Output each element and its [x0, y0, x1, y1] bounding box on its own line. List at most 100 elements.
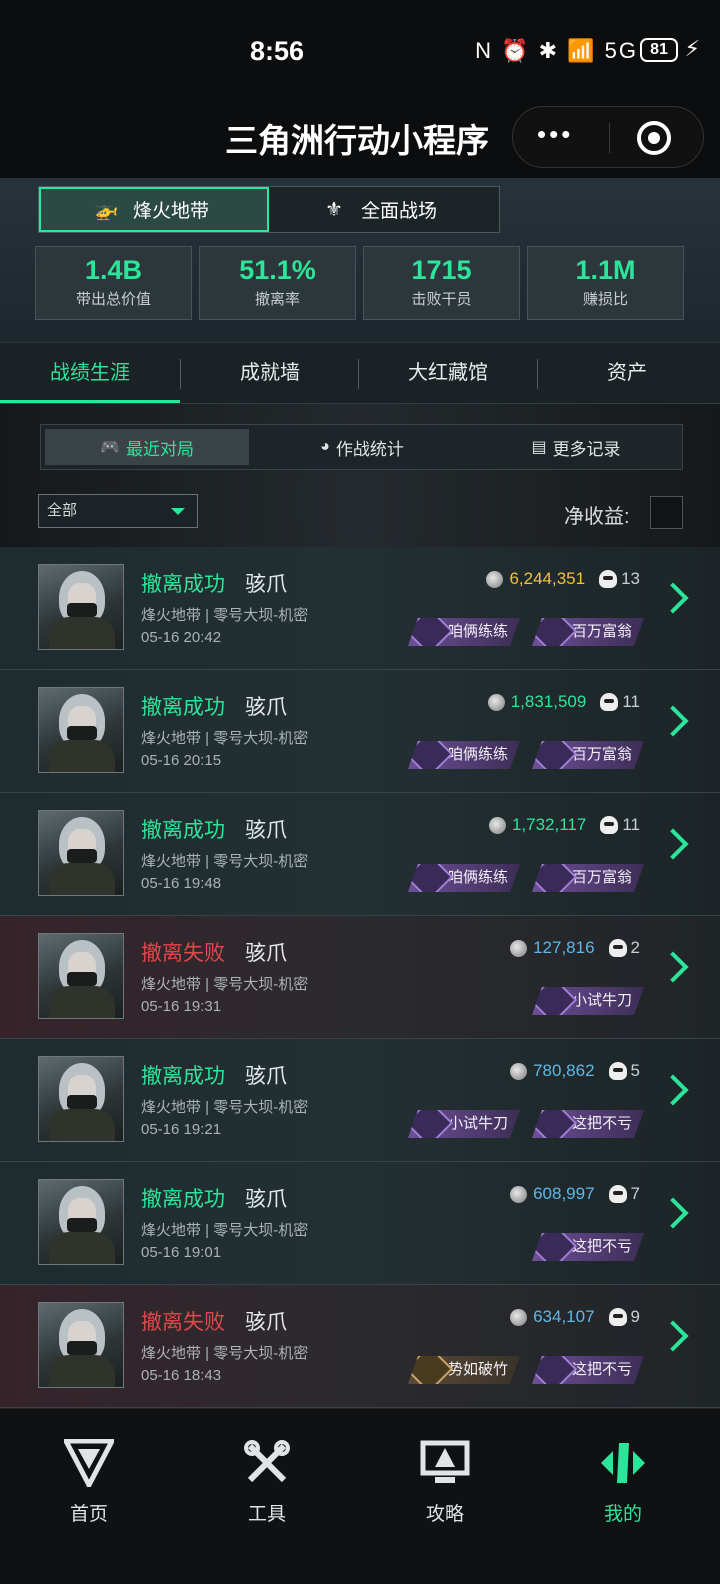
- chevron-right-icon[interactable]: [657, 828, 689, 860]
- skull-icon: [600, 816, 619, 834]
- stat-value: 1715: [411, 255, 472, 285]
- main-tabs: 战绩生涯 成就墙 大红藏馆 资产: [0, 342, 720, 404]
- match-row[interactable]: 撤离成功 骇爪 烽火地带 | 零号大坝-机密 05-16 20:15 1,831,509…: [0, 670, 720, 793]
- match-value-group: 608,997 7: [510, 1184, 640, 1204]
- nav-home[interactable]: 首页: [29, 1437, 149, 1526]
- match-map: 烽火地带 | 零号大坝-机密: [141, 853, 309, 870]
- close-target-icon[interactable]: [637, 121, 671, 155]
- badge-label: 百万富翁: [571, 746, 632, 763]
- coin-icon: [510, 1185, 528, 1203]
- battery-icon: 81: [640, 38, 678, 62]
- chevron-right-icon[interactable]: [657, 705, 689, 737]
- achievement-badge: 百万富翁: [532, 741, 644, 769]
- filter-value: 全部: [47, 502, 78, 519]
- match-row[interactable]: 撤离成功 骇爪 烽火地带 | 零号大坝-机密 05-16 19:48 1,732,117…: [0, 793, 720, 916]
- chevron-right-icon[interactable]: [657, 1074, 689, 1106]
- nav-profile[interactable]: 我的: [563, 1437, 683, 1526]
- tab-achievements[interactable]: 成就墙: [180, 343, 360, 403]
- match-map: 烽火地带 | 零号大坝-机密: [141, 1222, 309, 1239]
- badge-emblem-icon: [412, 614, 446, 648]
- achievement-badge: 这把不亏: [532, 1356, 644, 1384]
- filter-dropdown[interactable]: 全部: [38, 494, 198, 528]
- badge-emblem-icon: [536, 1106, 570, 1140]
- operator-name: 骇爪: [245, 1311, 287, 1334]
- coin-icon: [488, 816, 506, 834]
- match-time: 05-16 19:01: [141, 1244, 222, 1261]
- coin-icon: [510, 1062, 528, 1080]
- chevron-right-icon[interactable]: [657, 1197, 689, 1229]
- match-kills: 5: [630, 1061, 640, 1080]
- nav-label: 攻略: [425, 1504, 464, 1525]
- match-time: 05-16 20:15: [141, 752, 222, 769]
- chevron-right-icon[interactable]: [657, 951, 689, 983]
- badge-label: 这把不亏: [571, 1115, 632, 1132]
- charging-icon: ⚡: [684, 36, 700, 61]
- match-value: 608,997: [533, 1184, 595, 1203]
- skull-icon: [608, 1062, 627, 1080]
- badge-list: 咱俩练练 百万富翁: [396, 864, 644, 892]
- mode-tab-hazard[interactable]: 🚁 烽火地带: [39, 187, 269, 232]
- match-time: 05-16 18:43: [141, 1367, 222, 1384]
- badge-list: 咱俩练练 百万富翁: [396, 618, 644, 646]
- badge-list: 小试牛刀 这把不亏: [396, 1110, 644, 1138]
- net-income-checkbox[interactable]: [650, 496, 683, 529]
- match-row[interactable]: 撤离成功 骇爪 烽火地带 | 零号大坝-机密 05-16 20:42 6,244,351…: [0, 547, 720, 670]
- guide-icon: [419, 1437, 471, 1489]
- badge-label: 咱俩练练: [447, 623, 508, 640]
- tab-collection[interactable]: 大红藏馆: [358, 343, 538, 403]
- app-screen: 8:56 N ⏰ ✱ 📶 5G 81 ⚡ 三角洲行动小程序 ••• 🚁 烽火地带…: [0, 0, 720, 1584]
- match-kills: 11: [622, 815, 640, 834]
- tab-career[interactable]: 战绩生涯: [0, 343, 180, 403]
- achievement-badge: 咱俩练练: [408, 864, 520, 892]
- match-time: 05-16 19:21: [141, 1121, 222, 1138]
- match-result: 撤离失败: [141, 942, 225, 965]
- skull-icon: [608, 1308, 627, 1326]
- coin-icon: [510, 1308, 528, 1326]
- more-menu-icon[interactable]: •••: [537, 119, 573, 150]
- coin-icon: [487, 693, 505, 711]
- subtab-recent[interactable]: 🎮 最近对局: [45, 429, 249, 465]
- operator-name: 骇爪: [245, 1065, 287, 1088]
- skull-icon: [608, 939, 627, 957]
- operator-name: 骇爪: [245, 696, 287, 719]
- achievement-badge: 咱俩练练: [408, 741, 520, 769]
- match-map: 烽火地带 | 零号大坝-机密: [141, 1099, 309, 1116]
- match-row[interactable]: 撤离失败 骇爪 烽火地带 | 零号大坝-机密 05-16 18:43 634,107 9 势…: [0, 1285, 720, 1408]
- net-income-label: 净收益:: [564, 506, 630, 528]
- stat-label: 带出总价值: [75, 291, 151, 308]
- badge-emblem-icon: [536, 983, 570, 1017]
- nav-tools[interactable]: 工具: [207, 1437, 327, 1526]
- match-row[interactable]: 撤离失败 骇爪 烽火地带 | 零号大坝-机密 05-16 19:31 127,816 2 小…: [0, 916, 720, 1039]
- badge-label: 这把不亏: [571, 1238, 632, 1255]
- operator-avatar: [38, 564, 124, 650]
- chevron-right-icon[interactable]: [657, 1320, 689, 1352]
- stat-label: 赚损比: [582, 291, 628, 308]
- badge-label: 这把不亏: [571, 1361, 632, 1378]
- stat-value: 51.1%: [239, 255, 316, 285]
- match-kills: 2: [630, 938, 640, 957]
- subtab-stats[interactable]: ◕ 作战统计: [255, 425, 469, 469]
- chevron-right-icon[interactable]: [657, 582, 689, 614]
- match-list: 撤离成功 骇爪 烽火地带 | 零号大坝-机密 05-16 20:42 6,244,351…: [0, 547, 720, 1408]
- operator-avatar: [38, 1056, 124, 1142]
- match-value-group: 634,107 9: [510, 1307, 640, 1327]
- match-map: 烽火地带 | 零号大坝-机密: [141, 730, 309, 747]
- stat-total-value: 1.4B 带出总价值: [35, 246, 192, 320]
- badge-label: 咱俩练练: [447, 869, 508, 886]
- helicopter-icon: 🚁: [93, 199, 119, 221]
- subtab-more[interactable]: ▤ 更多记录: [469, 425, 683, 469]
- nav-guide[interactable]: 攻略: [385, 1437, 505, 1526]
- achievement-badge: 势如破竹: [408, 1356, 520, 1384]
- stat-value: 1.1M: [575, 255, 636, 285]
- stat-value: 1.4B: [84, 255, 143, 285]
- capsule-divider: [609, 123, 610, 153]
- skull-icon: [599, 570, 618, 588]
- match-row[interactable]: 撤离成功 骇爪 烽火地带 | 零号大坝-机密 05-16 19:01 608,997 7 这…: [0, 1162, 720, 1285]
- badge-label: 咱俩练练: [447, 746, 508, 763]
- mode-tab-warfare[interactable]: ⚜ 全面战场: [269, 187, 499, 232]
- tab-assets[interactable]: 资产: [537, 343, 717, 403]
- match-row[interactable]: 撤离成功 骇爪 烽火地带 | 零号大坝-机密 05-16 19:21 780,862 5 小…: [0, 1039, 720, 1162]
- profile-icon: [597, 1437, 649, 1489]
- match-result: 撤离成功: [141, 1065, 225, 1088]
- mode-label: 烽火地带: [133, 201, 210, 222]
